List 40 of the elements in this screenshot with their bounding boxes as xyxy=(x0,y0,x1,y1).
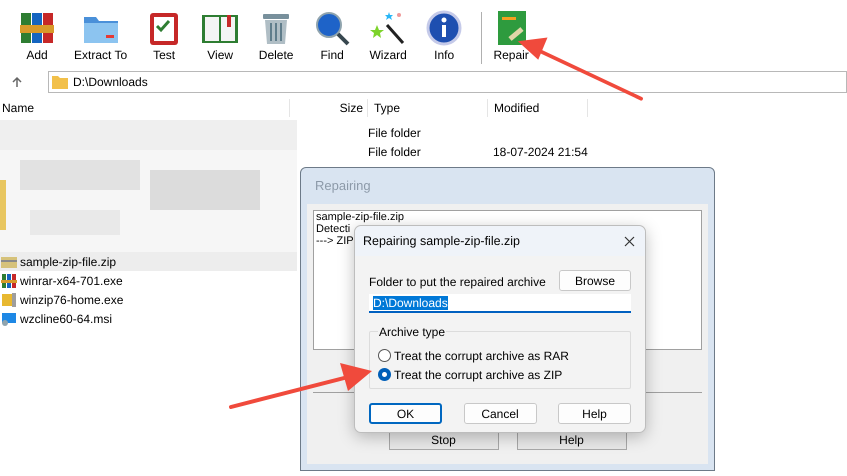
log-line: Detecti xyxy=(316,223,350,235)
folder-field[interactable]: D:\Downloads xyxy=(369,294,631,313)
type-cell-text: File folder xyxy=(368,144,422,160)
toolbar-button[interactable]: Find xyxy=(305,9,360,68)
log-line: sample-zip-file.zip xyxy=(316,211,404,223)
toolbar-button[interactable]: Wizard xyxy=(361,9,416,68)
toolbar-button[interactable]: View xyxy=(193,9,248,68)
date-cell-text: 18-07-2024 21:54 xyxy=(493,144,588,160)
file-row[interactable]: winzip76-home.exe xyxy=(0,290,297,309)
radio-option[interactable]: Treat the corrupt archive as ZIP xyxy=(378,365,562,384)
up-arrow-icon[interactable] xyxy=(11,76,23,88)
books-icon xyxy=(1,272,17,288)
toolbar-button[interactable]: Info xyxy=(417,9,472,68)
monitor-icon xyxy=(1,310,17,326)
column-header[interactable]: Size xyxy=(290,98,368,116)
column-header[interactable]: Modified xyxy=(488,98,588,116)
address-field[interactable]: D:\Downloads xyxy=(48,71,847,93)
dialog-title: Repairing sample-zip-file.zip xyxy=(363,232,520,250)
radio-option[interactable]: Treat the corrupt archive as RAR xyxy=(378,346,569,365)
dialog-button[interactable]: OK xyxy=(369,403,442,424)
toolbar-button[interactable]: Add xyxy=(10,9,64,68)
search-icon xyxy=(313,9,352,47)
clamp-icon xyxy=(1,292,17,308)
dialog-button[interactable]: Cancel xyxy=(464,403,536,424)
log-line: ---> ZIP xyxy=(316,235,354,247)
type-cell-text: File folder xyxy=(368,124,422,142)
dialog-button[interactable]: Help xyxy=(558,403,631,424)
toolbar-button[interactable]: Extract To xyxy=(66,9,136,68)
browse-button[interactable]: Browse xyxy=(559,270,631,291)
file-row[interactable]: wzcline60-64.msi xyxy=(0,309,297,328)
folder-icon xyxy=(52,75,68,89)
toolbar-button[interactable]: Delete xyxy=(249,9,304,68)
column-header[interactable]: Type xyxy=(368,98,488,116)
toolbar-button[interactable]: Test xyxy=(137,9,192,68)
column-header[interactable]: Name xyxy=(0,98,290,116)
close-icon[interactable] xyxy=(624,236,635,246)
info-icon xyxy=(425,9,464,47)
file-row[interactable]: sample-zip-file.zip xyxy=(0,252,297,271)
field-label: Folder to put the repaired archive xyxy=(369,274,546,291)
file-row[interactable]: winrar-x64-701.exe xyxy=(0,271,297,290)
